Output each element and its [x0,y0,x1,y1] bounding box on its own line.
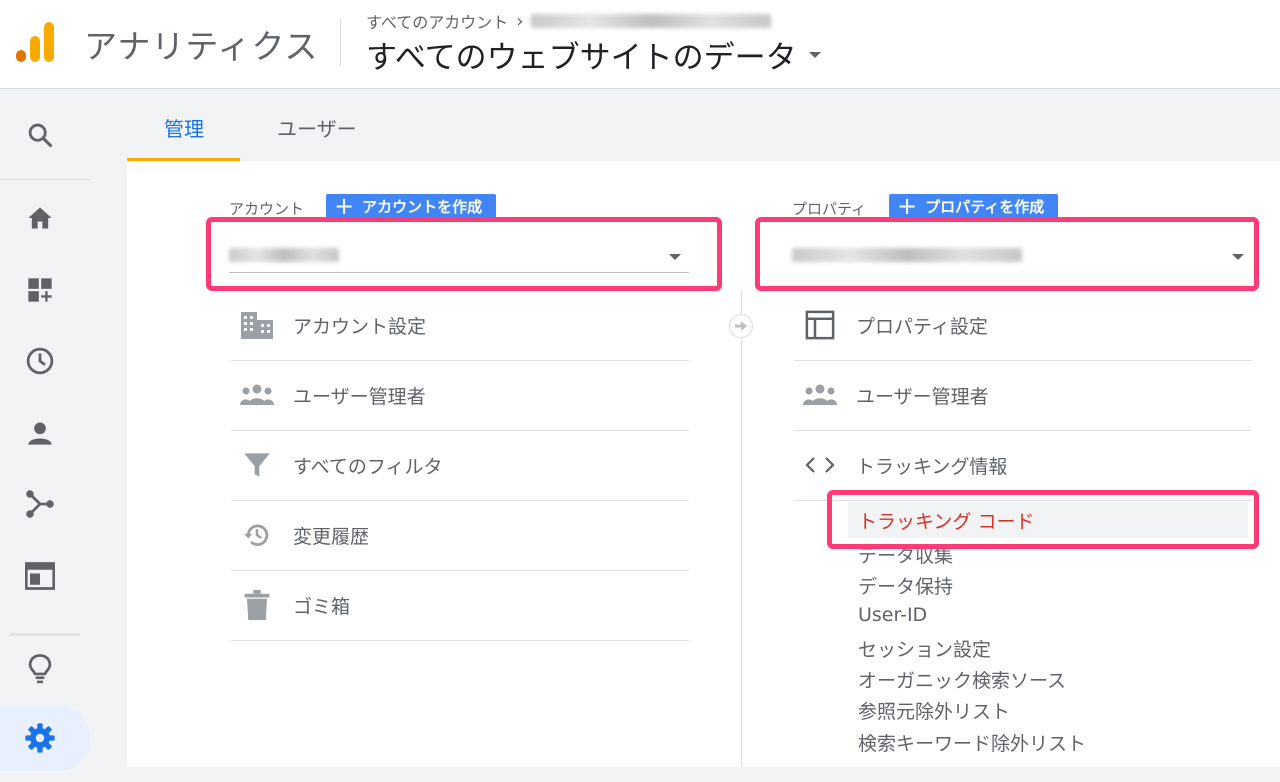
analytics-logo-icon[interactable] [16,20,56,64]
tab-user[interactable]: ユーザー [277,113,357,142]
view-name: すべてのウェブサイトのデータ [366,40,797,76]
menu-label: プロパティ設定 [856,315,988,338]
create-account-label: アカウントを作成 [362,197,483,216]
nav-separator [10,633,80,636]
menu-label: ユーザー管理者 [856,385,989,408]
menu-trash[interactable]: ゴミ箱 [231,570,689,641]
arrow-right-icon [729,314,753,338]
menu-change-history[interactable]: 変更履歴 [231,500,689,571]
column-divider [741,290,742,767]
menu-property-settings[interactable]: プロパティ設定 [794,290,1252,361]
submenu-referral-exclusion-list[interactable]: 参照元除外リスト [858,697,1010,724]
admin-tabs: 管理 ユーザー [127,89,1280,161]
tab-admin[interactable]: 管理 [164,113,204,142]
top-header: アナリティクス すべてのアカウント › すべてのウェブサイトのデータ [0,0,1280,89]
left-navigation [0,89,90,782]
history-icon [239,517,275,553]
property-select-highlight [755,217,1259,291]
view-selector[interactable]: すべてのウェブサイトのデータ [366,32,821,77]
menu-account-settings[interactable]: アカウント設定 [231,290,689,361]
customization-icon[interactable] [24,274,56,306]
person-icon[interactable] [24,417,56,449]
chevron-right-icon: › [516,10,524,32]
breadcrumb[interactable]: すべてのアカウント › [366,9,772,33]
submenu-session-settings[interactable]: セッション設定 [858,635,991,662]
acquisition-icon[interactable] [24,488,56,520]
lightbulb-icon[interactable] [24,653,56,685]
behavior-icon[interactable] [24,560,56,592]
submenu-search-term-exclusion-list[interactable]: 検索キーワード除外リスト [858,729,1086,756]
gear-icon[interactable] [24,722,56,754]
redacted-account-name [531,14,772,28]
home-icon[interactable] [24,202,56,234]
tracking-code-highlight [827,490,1259,549]
menu-label: ユーザー管理者 [293,385,426,408]
menu-property-user-management[interactable]: ユーザー管理者 [794,360,1252,431]
property-column-label: プロパティ [792,200,867,218]
create-property-button[interactable]: + プロパティを作成 [889,192,1059,220]
menu-label: トラッキング情報 [856,455,1008,478]
nav-separator [0,179,90,180]
clock-icon[interactable] [24,345,56,377]
breadcrumb-root[interactable]: すべてのアカウント [366,9,508,33]
menu-label: すべてのフィルタ [293,455,443,478]
submenu-data-retention[interactable]: データ保持 [858,572,953,599]
plus-icon: + [897,192,918,220]
plus-icon: + [334,192,355,220]
account-column-label: アカウント [229,200,305,218]
caret-down-icon [808,51,821,58]
layout-icon [802,307,838,343]
create-account-button[interactable]: + アカウントを作成 [326,192,497,220]
submenu-user-id[interactable]: User-ID [858,604,927,626]
app-name: アナリティクス [84,27,319,66]
people-icon [802,377,838,413]
people-icon [239,377,275,413]
building-icon [239,307,275,343]
create-property-label: プロパティを作成 [925,197,1045,216]
trash-icon [239,587,275,623]
menu-label: ゴミ箱 [293,595,351,618]
search-icon[interactable] [24,119,56,151]
header-divider [340,18,341,66]
filter-icon [239,447,275,483]
code-icon [802,447,838,483]
menu-all-filters[interactable]: すべてのフィルタ [231,430,689,501]
menu-account-user-management[interactable]: ユーザー管理者 [231,360,689,431]
account-select-highlight [206,217,722,291]
submenu-organic-search-sources[interactable]: オーガニック検索ソース [858,666,1066,693]
menu-label: アカウント設定 [293,315,427,338]
menu-label: 変更履歴 [293,525,370,548]
